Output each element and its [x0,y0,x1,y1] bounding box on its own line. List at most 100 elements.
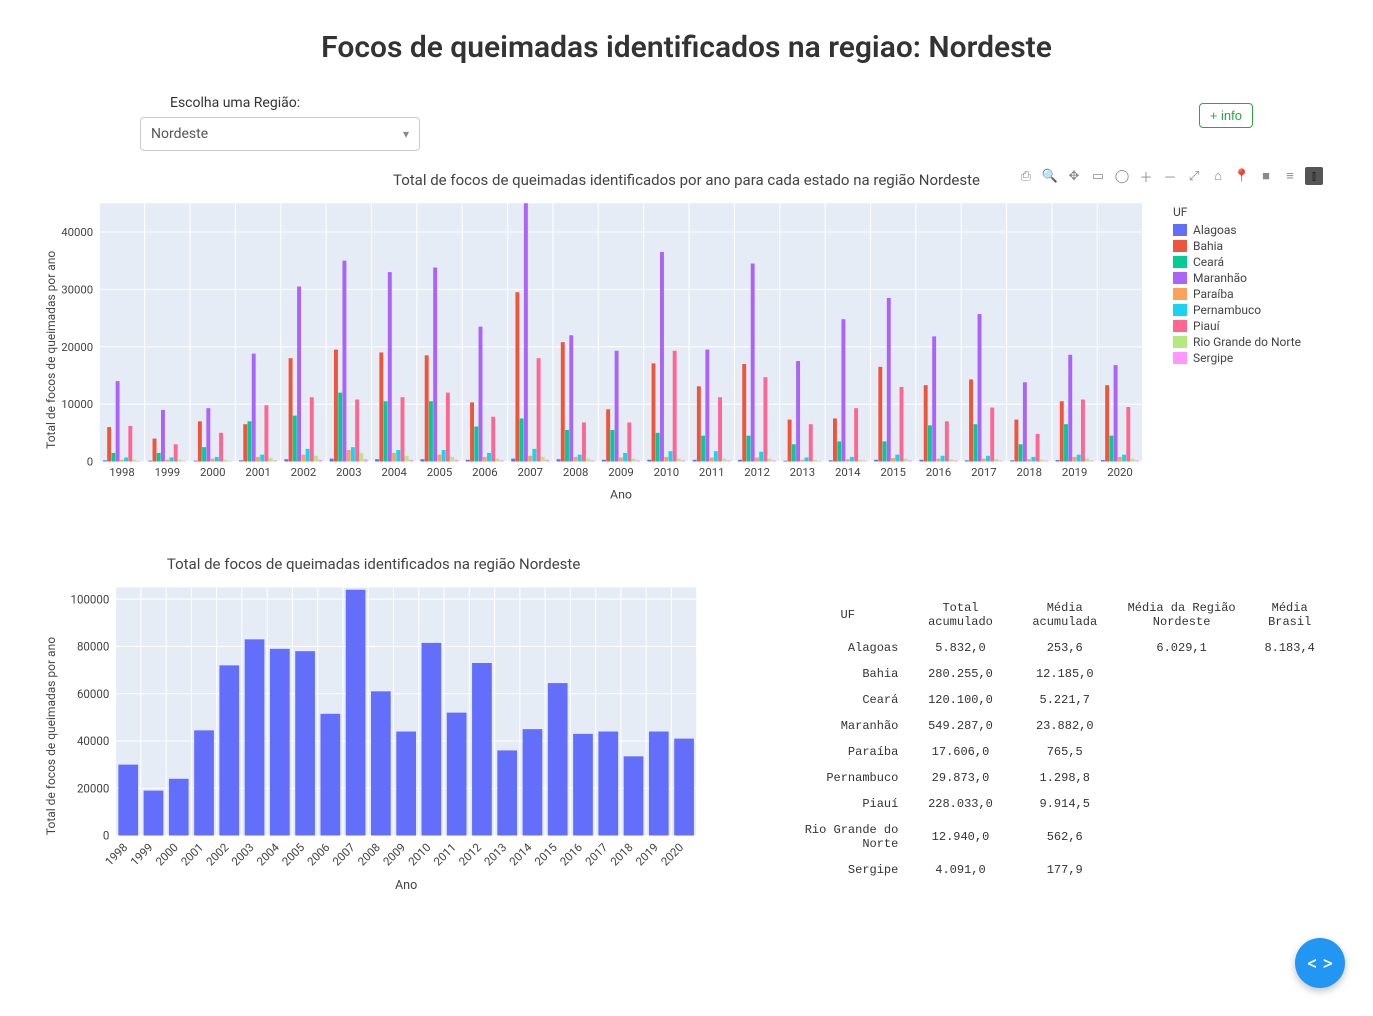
svg-text:2004: 2004 [254,840,283,869]
svg-text:2014: 2014 [506,840,535,869]
legend-swatch [1173,256,1187,268]
table-cell: 12.940,0 [908,817,1012,857]
table-cell: 5.221,7 [1013,687,1117,713]
table-cell: Piauí [787,791,908,817]
box-select-icon[interactable]: ▭ [1089,167,1107,185]
info-button[interactable]: + info [1199,103,1253,128]
region-select-value: Nordeste [151,126,208,142]
reset-axes-icon[interactable]: ⌂ [1209,167,1227,185]
legend-item[interactable]: Alagoas [1173,223,1333,237]
bottom-chart[interactable]: 0200004000060000800001000001998199920002… [58,579,707,893]
plotly-logo-icon[interactable]: ⫾ [1305,167,1323,185]
code-icon: < > [1307,951,1333,975]
legend-title: UF [1173,205,1333,219]
table-cell [1246,791,1333,817]
region-select[interactable]: Nordeste ▾ [140,117,420,151]
toggle-spike-icon[interactable]: 📍 [1233,167,1251,185]
svg-text:2016: 2016 [557,840,585,868]
autoscale-icon[interactable]: ⤢ [1185,167,1203,185]
legend-label: Sergipe [1193,351,1233,365]
table-cell [1246,687,1333,713]
lasso-select-icon[interactable]: ◯ [1113,167,1131,185]
table-cell [1246,857,1333,883]
legend-item[interactable]: Maranhão [1173,271,1333,285]
legend-item[interactable]: Ceará [1173,255,1333,269]
table-row: Bahia280.255,012.185,0 [787,661,1333,687]
zoom-icon[interactable]: 🔍 [1041,167,1059,185]
legend-label: Rio Grande do Norte [1193,335,1301,349]
table-cell [1117,857,1246,883]
svg-text:2009: 2009 [608,465,634,479]
zoom-in-icon[interactable]: ＋ [1137,167,1155,185]
table-row: Maranhão549.287,023.882,0 [787,713,1333,739]
svg-text:1998: 1998 [109,465,135,479]
table-cell [1117,661,1246,687]
table-cell: 253,6 [1013,635,1117,661]
table-cell [1117,791,1246,817]
legend-item[interactable]: Bahia [1173,239,1333,253]
table-cell: Paraíba [787,739,908,765]
hover-closest-icon[interactable]: ■ [1257,167,1275,185]
svg-text:Ano: Ano [395,878,417,893]
download-plot-icon[interactable]: ⎙ [1017,167,1035,185]
legend-swatch [1173,224,1187,236]
table-cell: 765,5 [1013,739,1117,765]
plotly-modebar: ⎙ 🔍 ✥ ▭ ◯ ＋ － ⤢ ⌂ 📍 ■ ≡ ⫾ [1017,167,1323,185]
legend-label: Ceará [1193,255,1224,269]
table-cell [1117,739,1246,765]
svg-text:2018: 2018 [607,840,635,868]
legend-swatch [1173,320,1187,332]
table-cell: 29.873,0 [908,765,1012,791]
legend-item[interactable]: Pernambuco [1173,303,1333,317]
svg-text:2012: 2012 [744,465,770,479]
hover-compare-icon[interactable]: ≡ [1281,167,1299,185]
table-cell [1117,713,1246,739]
table-cell: Sergipe [787,857,908,883]
legend-label: Piauí [1193,319,1220,333]
table-cell [1117,765,1246,791]
svg-text:2000: 2000 [153,840,181,868]
page-title: Focos de queimadas identificados na regi… [20,30,1353,65]
table-row: Pernambuco29.873,01.298,8 [787,765,1333,791]
svg-text:2001: 2001 [245,465,271,479]
top-chart[interactable]: 0100002000030000400001998199920002001200… [58,195,1153,505]
table-cell: Alagoas [787,635,908,661]
svg-text:30000: 30000 [61,282,93,296]
table-cell: 120.100,0 [908,687,1012,713]
table-cell: Rio Grande do Norte [787,817,908,857]
svg-text:20000: 20000 [77,781,109,795]
svg-text:2009: 2009 [380,840,408,868]
table-row: Ceará120.100,05.221,7 [787,687,1333,713]
region-label: Escolha uma Região: [170,95,420,111]
bottom-chart-title: Total de focos de queimadas identificado… [40,555,707,573]
table-row: Rio Grande do Norte12.940,0562,6 [787,817,1333,857]
svg-text:2015: 2015 [880,465,906,479]
legend-item[interactable]: Paraíba [1173,287,1333,301]
table-cell: Ceará [787,687,908,713]
svg-text:2001: 2001 [178,840,206,868]
legend-label: Paraíba [1193,287,1234,301]
svg-text:1999: 1999 [155,465,181,479]
zoom-out-icon[interactable]: － [1161,167,1179,185]
table-header: Média acumulada [1013,595,1117,635]
legend-swatch [1173,240,1187,252]
table-cell: 23.882,0 [1013,713,1117,739]
legend-item[interactable]: Rio Grande do Norte [1173,335,1333,349]
code-toggle-button[interactable]: < > [1295,938,1345,988]
svg-text:2008: 2008 [563,465,589,479]
legend-swatch [1173,304,1187,316]
svg-text:2007: 2007 [517,465,543,479]
table-header: Média Brasil [1246,595,1333,635]
legend-item[interactable]: Sergipe [1173,351,1333,365]
svg-text:2017: 2017 [582,840,610,868]
svg-text:2020: 2020 [658,840,686,868]
legend-swatch [1173,336,1187,348]
legend-item[interactable]: Piauí [1173,319,1333,333]
pan-icon[interactable]: ✥ [1065,167,1083,185]
svg-text:2002: 2002 [203,840,232,869]
svg-text:60000: 60000 [77,687,109,701]
svg-text:2013: 2013 [481,840,509,868]
svg-text:10000: 10000 [61,397,93,411]
bottom-chart-ylabel: Total de focos de queimadas por ano [40,579,58,893]
table-cell: 6.029,1 [1117,635,1246,661]
